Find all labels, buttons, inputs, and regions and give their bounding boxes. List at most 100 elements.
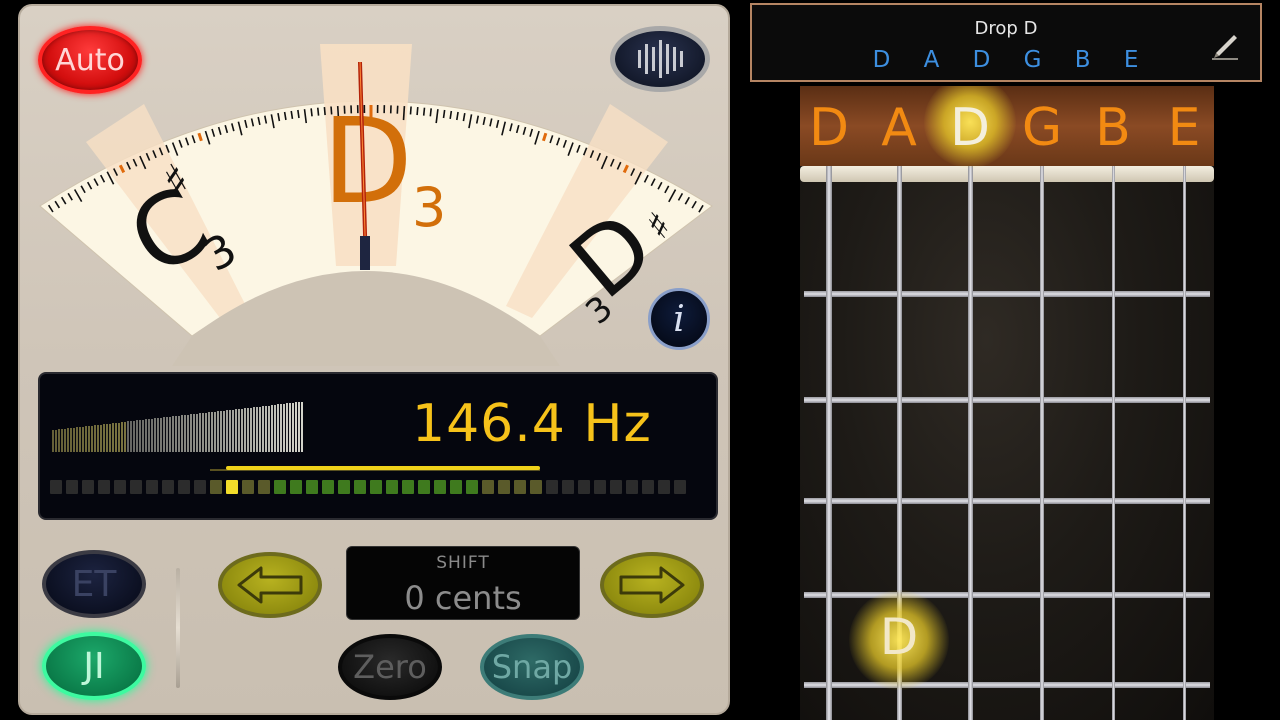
level-bar xyxy=(82,427,84,452)
meter-tick xyxy=(429,108,432,117)
level-bar xyxy=(229,410,231,452)
level-bar xyxy=(103,424,105,452)
cents-led xyxy=(658,480,670,494)
level-bar xyxy=(52,430,54,452)
meter-tick xyxy=(442,109,446,119)
level-bar xyxy=(259,407,261,452)
level-bar xyxy=(145,419,147,452)
level-bar xyxy=(262,406,264,452)
zero-button[interactable]: Zero xyxy=(338,634,442,700)
fret-1 xyxy=(804,291,1210,297)
level-bar xyxy=(271,405,273,452)
arrow-left-icon xyxy=(237,566,303,604)
open-string-note-4[interactable]: G xyxy=(1012,98,1072,158)
level-bar xyxy=(61,429,63,452)
cents-led xyxy=(338,480,350,494)
level-bar xyxy=(118,423,120,452)
level-bar xyxy=(88,426,90,452)
shift-down-button[interactable] xyxy=(218,552,322,618)
level-bar xyxy=(235,409,237,452)
cents-led xyxy=(210,480,222,494)
cents-active-led xyxy=(226,480,238,494)
cents-led xyxy=(82,480,94,494)
level-bar xyxy=(130,421,132,452)
level-bar xyxy=(241,409,243,452)
level-bar xyxy=(286,403,288,452)
string-1 xyxy=(826,166,832,720)
auto-label: Auto xyxy=(55,42,125,78)
level-bar xyxy=(181,415,183,452)
cents-led xyxy=(114,480,126,494)
meter-tick xyxy=(422,107,426,116)
fret-5 xyxy=(804,682,1210,688)
tuning-name: Drop D xyxy=(974,18,1038,39)
meter-tick xyxy=(416,106,419,116)
level-bar xyxy=(211,412,213,452)
level-bar xyxy=(217,411,219,452)
open-string-note-2[interactable]: A xyxy=(869,98,929,158)
level-bar xyxy=(289,403,291,452)
level-bar xyxy=(70,428,72,452)
fret-4 xyxy=(804,592,1210,598)
level-bar xyxy=(127,421,129,452)
level-bar xyxy=(232,410,234,452)
level-bar xyxy=(151,419,153,452)
level-bar xyxy=(250,408,252,452)
level-bar xyxy=(124,422,126,452)
open-string-note-5[interactable]: B xyxy=(1083,98,1143,158)
level-bar xyxy=(133,421,135,452)
equal-temperament-button[interactable]: ET xyxy=(42,550,146,618)
level-bar xyxy=(55,430,57,452)
level-bar xyxy=(196,414,198,452)
level-bar xyxy=(76,427,78,452)
fret-2 xyxy=(804,397,1210,403)
nut xyxy=(800,166,1214,182)
level-bar xyxy=(136,420,138,452)
auto-button[interactable]: Auto xyxy=(38,26,142,94)
cents-led xyxy=(354,480,366,494)
tuning-selector[interactable]: Drop D D A D G B E xyxy=(750,3,1262,82)
level-bar xyxy=(64,429,66,452)
open-string-note-6[interactable]: E xyxy=(1154,98,1214,158)
cents-led xyxy=(290,480,302,494)
level-bar xyxy=(238,409,240,452)
cents-deviation-bar xyxy=(50,480,686,494)
input-level-meter xyxy=(52,402,303,452)
level-bar xyxy=(274,405,276,452)
cents-led xyxy=(178,480,190,494)
level-bar xyxy=(187,415,189,452)
just-intonation-button[interactable]: JI xyxy=(42,632,146,700)
tuning-notes: D A D G B E xyxy=(872,47,1152,73)
level-bar xyxy=(256,407,258,452)
et-label: ET xyxy=(71,563,117,605)
level-bar xyxy=(265,406,267,452)
open-string-note-1[interactable]: D xyxy=(800,98,859,158)
level-bar xyxy=(121,422,123,452)
info-button[interactable]: i xyxy=(648,288,710,350)
level-bar xyxy=(79,427,81,452)
level-bar xyxy=(223,411,225,452)
cents-led xyxy=(546,480,558,494)
shift-label: SHIFT xyxy=(436,553,490,573)
snap-button[interactable]: Snap xyxy=(480,634,584,700)
fret-3 xyxy=(804,498,1210,504)
level-bar xyxy=(139,420,141,452)
cents-led xyxy=(98,480,110,494)
level-bar xyxy=(157,418,159,452)
cents-led xyxy=(242,480,254,494)
shift-up-button[interactable] xyxy=(600,552,704,618)
in-tune-range-indicator xyxy=(226,466,540,470)
open-string-note-3[interactable]: D xyxy=(940,98,1000,158)
string-4 xyxy=(1040,166,1044,720)
cents-led xyxy=(130,480,142,494)
level-bar xyxy=(100,425,102,452)
spectrum-button[interactable] xyxy=(610,26,710,92)
level-bar xyxy=(280,404,282,452)
shift-value: 0 cents xyxy=(404,579,522,617)
cents-led xyxy=(306,480,318,494)
pencil-icon[interactable] xyxy=(1208,27,1242,61)
ji-label: JI xyxy=(83,645,105,687)
cents-led xyxy=(562,480,574,494)
fretboard: DADGBED xyxy=(800,86,1214,720)
cents-led xyxy=(162,480,174,494)
